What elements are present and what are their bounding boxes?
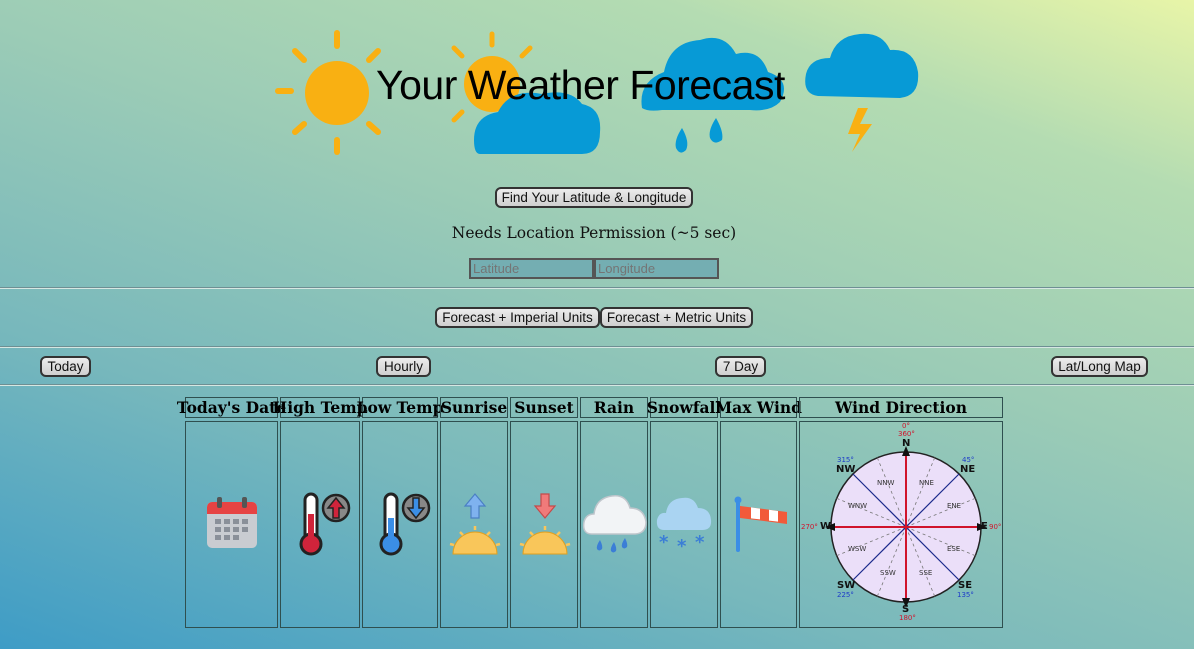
imperial-forecast-button[interactable]: Forecast + Imperial Units bbox=[435, 307, 600, 328]
metric-forecast-button[interactable]: Forecast + Metric Units bbox=[600, 307, 753, 328]
column-header-max-wind: Max Wind bbox=[715, 397, 802, 418]
high-temp-cell bbox=[280, 421, 360, 628]
svg-text:*: * bbox=[695, 532, 705, 553]
compass-deg-315: 315° bbox=[837, 456, 854, 464]
longitude-input[interactable] bbox=[594, 258, 719, 279]
low-temp-cell bbox=[362, 421, 438, 628]
compass-label-wsw: WSW bbox=[848, 545, 867, 553]
compass-deg-360: 360° bbox=[898, 430, 915, 438]
location-permission-note: Needs Location Permission (~5 sec) bbox=[451, 224, 737, 242]
nav-hourly-button[interactable]: Hourly bbox=[376, 356, 431, 377]
compass-label-ese: ESE bbox=[947, 545, 961, 553]
divider bbox=[0, 346, 1194, 348]
sunrise-icon bbox=[449, 493, 501, 555]
thermometer-up-icon bbox=[299, 492, 351, 556]
column-header-high-temp: High Temp bbox=[272, 397, 368, 418]
compass-label-n: N bbox=[902, 438, 911, 449]
max-wind-cell bbox=[720, 421, 797, 628]
compass-deg-0: 0° bbox=[902, 422, 910, 430]
compass-label-ne: NE bbox=[960, 464, 976, 475]
column-header-rain: Rain bbox=[580, 397, 648, 418]
nav-7day-button[interactable]: 7 Day bbox=[715, 356, 766, 377]
sunrise-cell bbox=[440, 421, 508, 628]
compass-deg-225: 225° bbox=[837, 591, 854, 599]
wind-direction-cell: N 0° 360° S 180° W 270° E 90° NE 45° NW … bbox=[799, 421, 1003, 628]
compass-label-wnw: WNW bbox=[848, 502, 868, 510]
column-header-sunrise: Sunrise bbox=[440, 397, 508, 418]
compass-label-ssw: SSW bbox=[880, 569, 896, 577]
compass-deg-45: 45° bbox=[962, 456, 975, 464]
find-location-button[interactable]: Find Your Latitude & Longitude bbox=[495, 187, 693, 208]
compass-label-sse: SSE bbox=[919, 569, 933, 577]
latitude-input[interactable] bbox=[469, 258, 594, 279]
calendar-icon bbox=[207, 497, 257, 548]
rain-cloud-icon bbox=[582, 495, 647, 553]
compass-label-nnw: NNW bbox=[877, 479, 895, 487]
column-header-low-temp: Low Temp bbox=[356, 397, 444, 418]
sunset-cell bbox=[510, 421, 578, 628]
compass-label-w: W bbox=[820, 521, 832, 532]
column-header-date: Today's Date bbox=[176, 397, 287, 418]
thermometer-down-icon bbox=[379, 492, 431, 556]
column-header-sunset: Sunset bbox=[510, 397, 578, 418]
sun-icon bbox=[275, 30, 381, 155]
compass-deg-180: 180° bbox=[899, 614, 916, 622]
svg-text:*: * bbox=[677, 536, 687, 554]
snow-cloud-icon: * * * bbox=[656, 497, 712, 554]
page-title: Your Weather Forecast bbox=[376, 62, 785, 108]
nav-map-button[interactable]: Lat/Long Map bbox=[1051, 356, 1148, 377]
compass-label-e: E bbox=[981, 521, 988, 532]
compass-label-sw: SW bbox=[837, 580, 856, 591]
svg-text:*: * bbox=[659, 532, 669, 553]
compass-label-nne: NNE bbox=[919, 479, 934, 487]
compass-deg-135: 135° bbox=[957, 591, 974, 599]
nav-today-button[interactable]: Today bbox=[40, 356, 91, 377]
storm-cloud-art bbox=[805, 33, 919, 152]
compass-deg-90: 90° bbox=[989, 523, 1002, 531]
column-header-wind-direction: Wind Direction bbox=[799, 397, 1003, 418]
divider bbox=[0, 287, 1194, 289]
compass-label-ene: ENE bbox=[947, 502, 962, 510]
snowfall-cell: * * * bbox=[650, 421, 718, 628]
date-cell bbox=[185, 421, 278, 628]
windsock-icon bbox=[734, 496, 787, 552]
column-header-snowfall: Snowfall bbox=[646, 397, 722, 418]
compass-label-nw: NW bbox=[836, 464, 856, 475]
divider bbox=[0, 384, 1194, 386]
compass-deg-270: 270° bbox=[801, 523, 818, 531]
sunset-icon bbox=[519, 493, 571, 555]
rain-cell bbox=[580, 421, 648, 628]
compass-label-se: SE bbox=[958, 580, 973, 591]
